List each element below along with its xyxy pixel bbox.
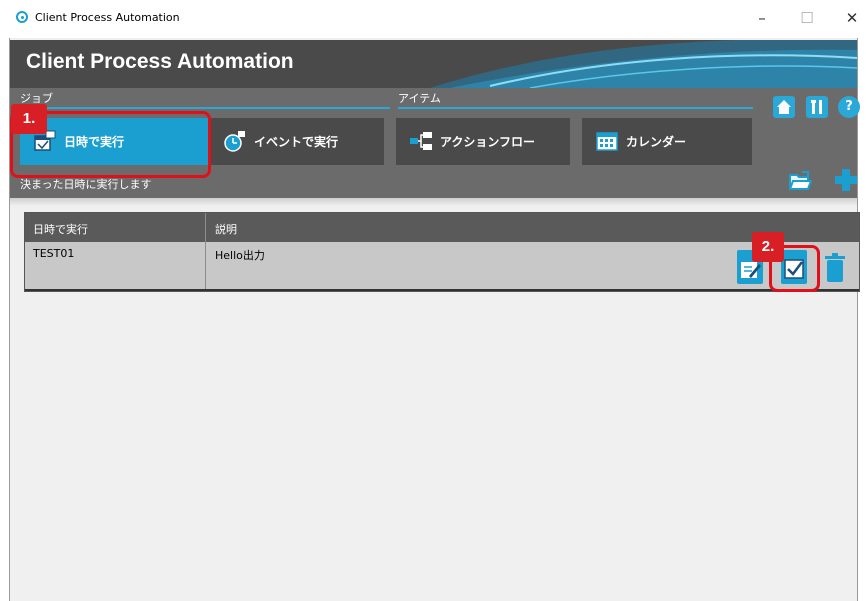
tab-action-flow[interactable]: アクションフロー: [396, 118, 570, 165]
nav-shadow: [10, 198, 857, 206]
header-banner: Client Process Automation: [10, 40, 857, 88]
window-titlebar: Client Process Automation – ☐ ✕: [0, 0, 866, 38]
row-divider: [25, 289, 859, 291]
callout-label-1: 1.: [11, 104, 47, 134]
clock-event-icon: [224, 131, 245, 152]
window-title: Client Process Automation: [35, 11, 180, 24]
section-label-item: アイテム: [398, 92, 441, 105]
column-header-description: 説明: [215, 223, 237, 236]
tab-description: 決まった日時に実行します: [20, 178, 152, 191]
close-button[interactable]: ✕: [837, 6, 866, 30]
cell-description: Hello出力: [215, 249, 265, 262]
delete-icon[interactable]: [822, 250, 848, 284]
table-header: 日時で実行 説明: [25, 213, 859, 242]
tab-run-by-event[interactable]: イベントで実行: [210, 118, 384, 165]
section-divider-job: [20, 107, 390, 109]
job-table: 日時で実行 説明 TEST01 Hello出力: [24, 212, 860, 292]
app-title: Client Process Automation: [26, 50, 294, 73]
section-divider-item: [398, 107, 753, 109]
help-icon[interactable]: ?: [838, 96, 860, 118]
calendar-icon: [596, 132, 618, 151]
minimize-button[interactable]: –: [747, 6, 777, 30]
open-folder-icon[interactable]: [788, 170, 812, 192]
flow-icon: [410, 132, 432, 150]
tab-label: カレンダー: [626, 135, 687, 149]
banner-swoosh-graphic: [430, 40, 857, 88]
callout-label-2: 2.: [752, 232, 784, 262]
column-divider: [205, 213, 206, 291]
tab-label: アクションフロー: [440, 135, 536, 149]
tools-icon[interactable]: [806, 96, 828, 118]
add-icon[interactable]: [834, 168, 858, 192]
app-logo-icon: [16, 11, 28, 23]
maximize-button[interactable]: ☐: [792, 6, 822, 30]
column-header-name: 日時で実行: [33, 223, 88, 236]
tab-calendar[interactable]: カレンダー: [582, 118, 752, 165]
home-icon[interactable]: [773, 96, 795, 118]
tab-label: イベントで実行: [254, 135, 339, 149]
cell-job-name: TEST01: [33, 247, 75, 260]
